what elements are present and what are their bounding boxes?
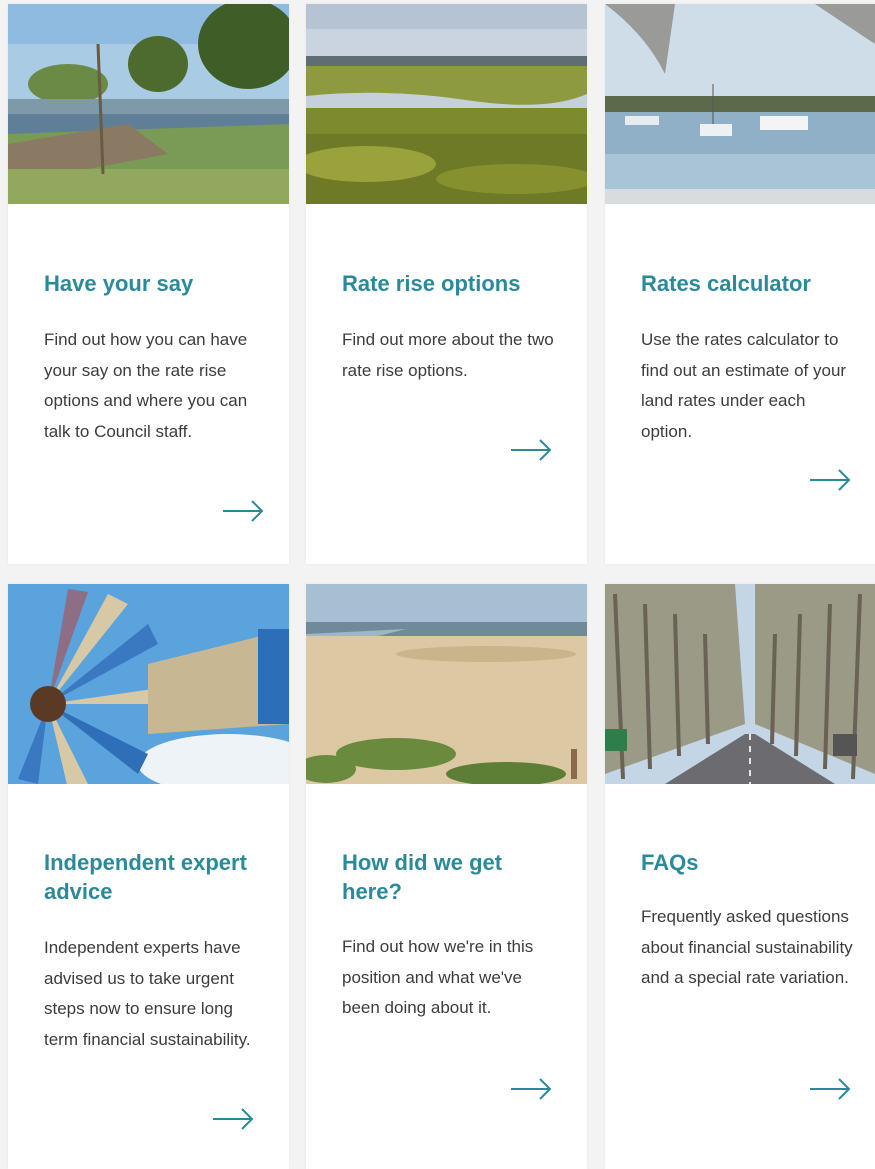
card-how-did-we-get-here[interactable]: How did we get here? Find out how we're … [306,584,587,1169]
arrow-right-icon[interactable] [510,1078,552,1100]
tree-lined-road-image [605,584,875,784]
card-independent-expert-advice[interactable]: Independent expert advice Independent ex… [8,584,289,1169]
card-description: Find out how you can have your say on th… [44,330,248,441]
arrow-right-icon[interactable] [222,500,264,522]
arrow-right-icon[interactable] [809,1078,851,1100]
windmill-image [8,584,289,784]
card-rate-rise-options[interactable]: Rate rise options Find out more about th… [306,4,587,564]
card-description: Use the rates calculator to find out an … [641,330,847,441]
card-description: Frequently asked questions about financi… [641,907,853,987]
card-title[interactable]: Independent expert advice [44,848,269,906]
card-grid: Have your say Find out how you can have … [0,0,875,1169]
card-title[interactable]: Rates calculator [641,269,855,298]
card-title[interactable]: How did we get here? [342,848,567,906]
arrow-right-icon[interactable] [212,1108,254,1130]
card-faqs[interactable]: FAQs Frequently asked questions about fi… [605,584,875,1169]
arrow-right-icon[interactable] [510,439,552,461]
card-description: Independent experts have advised us to t… [44,938,251,1049]
card-description: Find out more about the two rate rise op… [342,330,554,380]
card-title[interactable]: Rate rise options [342,269,567,298]
card-title[interactable]: Have your say [44,269,269,298]
card-rates-calculator[interactable]: Rates calculator Use the rates calculato… [605,4,875,564]
card-have-your-say[interactable]: Have your say Find out how you can have … [8,4,289,564]
wetland-image [306,4,587,204]
harbour-boats-image [605,4,875,204]
card-description: Find out how we're in this position and … [342,937,534,1017]
lakeside-park-image [8,4,289,204]
sand-dunes-image [306,584,587,784]
arrow-right-icon[interactable] [809,469,851,491]
card-title[interactable]: FAQs [641,848,855,877]
